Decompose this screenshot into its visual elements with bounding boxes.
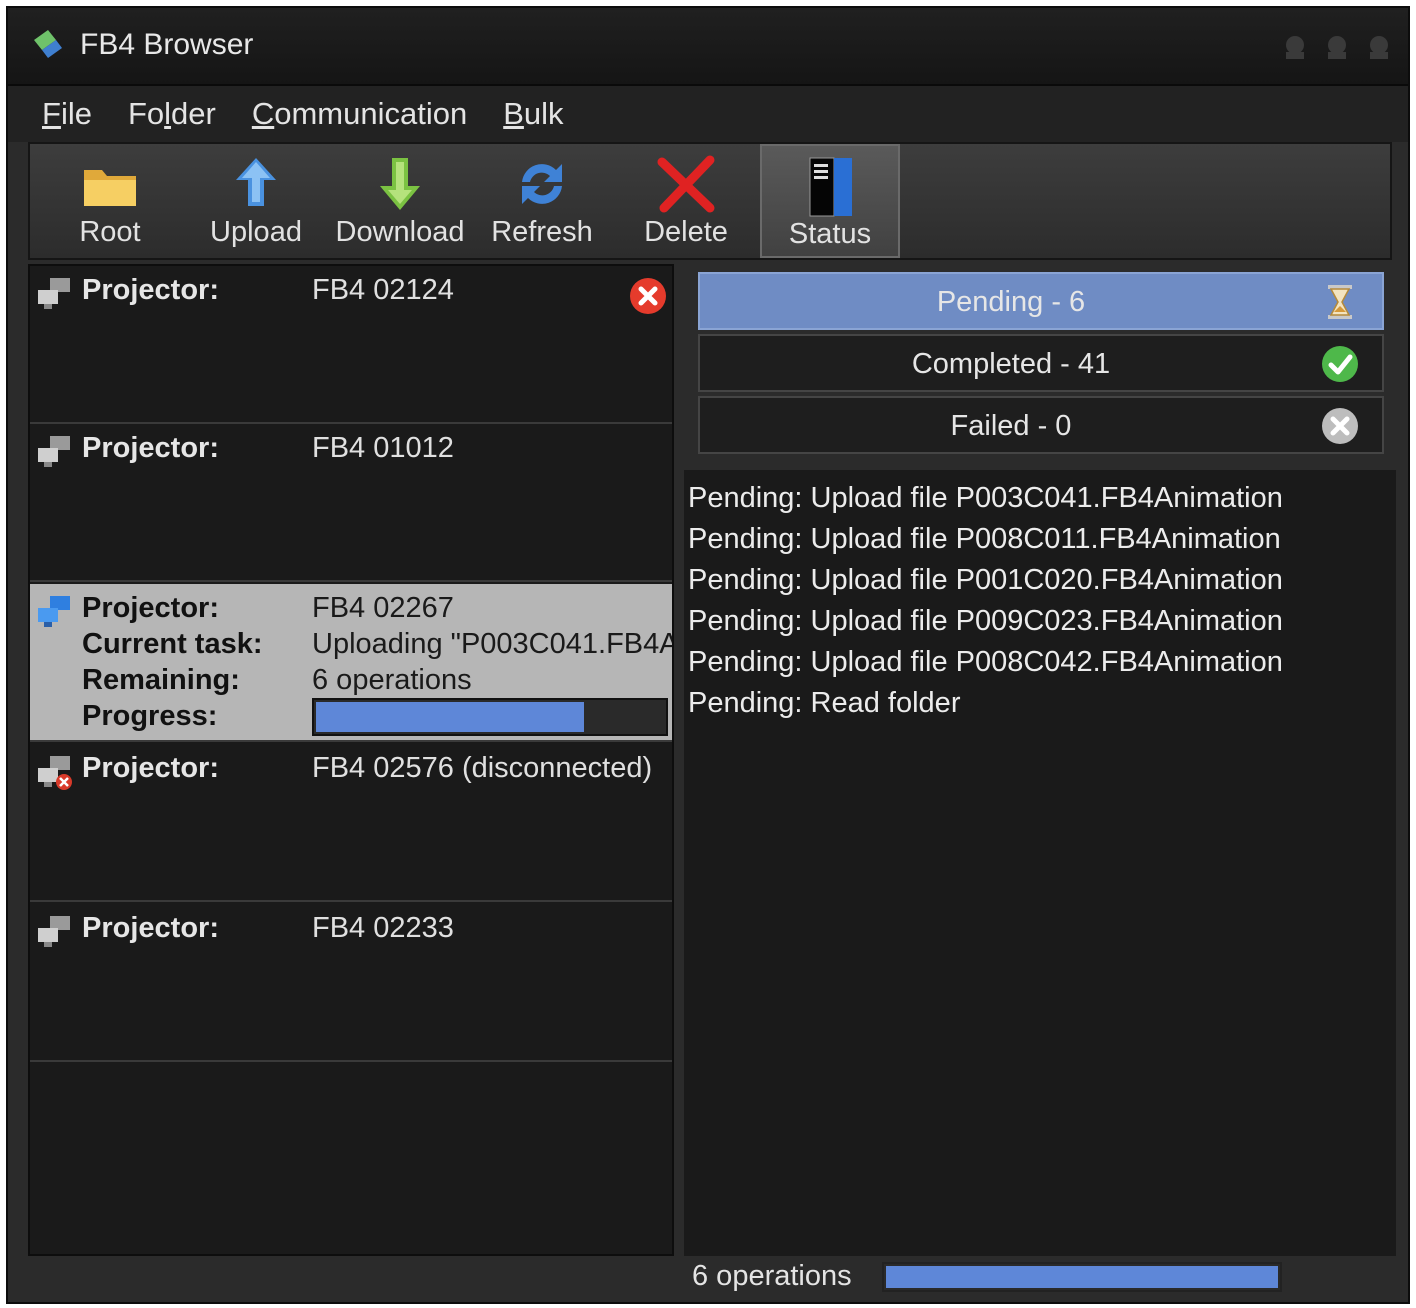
status-panel-icon (809, 157, 852, 217)
window-controls (1280, 32, 1394, 62)
status-label: Status (788, 218, 872, 250)
menu-bar: File Folder Communication Bulk (8, 86, 1408, 142)
projector-id: FB4 02576 (disconnected) (312, 752, 653, 784)
completed-tab[interactable]: Completed - 41 (698, 334, 1384, 392)
progress-bar (312, 698, 668, 736)
app-logo-icon (34, 30, 62, 58)
log-entry: Pending: Upload file P008C011.FB4Animati… (688, 523, 1281, 555)
folder-icon (84, 170, 136, 206)
menu-communication-accel: C (251, 96, 275, 131)
current-task-label: Current task: (82, 628, 263, 660)
download-label: Download (335, 216, 465, 248)
menu-file[interactable]: File (42, 96, 92, 132)
projector-id: FB4 02124 (312, 274, 454, 306)
menu-bulk[interactable]: Bulk (503, 96, 563, 132)
menu-folder[interactable]: Folder (128, 96, 216, 132)
log-entry: Pending: Read folder (688, 687, 961, 719)
menu-communication-label: ommunication (274, 96, 468, 131)
completed-label: Completed - 41 (911, 348, 1111, 380)
check-icon (1322, 346, 1358, 382)
delete-button[interactable]: Delete (616, 144, 756, 258)
refresh-icon (522, 164, 562, 204)
failed-x-icon (1322, 408, 1358, 444)
app-window: FB4 Browser File Folder Communication Bu… (6, 6, 1410, 1304)
pending-label: Pending - 6 (936, 286, 1086, 318)
network-computer-disconnected-icon (38, 756, 72, 790)
network-computer-icon (38, 916, 70, 947)
failed-tab[interactable]: Failed - 0 (698, 396, 1384, 454)
download-arrow-icon (380, 158, 420, 210)
menu-file-label: ile (60, 96, 92, 131)
delete-x-icon (657, 155, 715, 213)
window-title: FB4 Browser (80, 28, 254, 61)
footer-operations: 6 operations (692, 1260, 852, 1292)
log-entry: Pending: Upload file P001C020.FB4Animati… (688, 564, 1283, 596)
upload-arrow-icon (236, 158, 276, 206)
log-entry: Pending: Upload file P008C042.FB4Animati… (688, 646, 1283, 678)
hourglass-icon (1328, 285, 1352, 319)
overall-progress-bar (882, 1262, 1282, 1292)
current-task-value: Uploading "P003C041.FB4Ani (312, 628, 674, 660)
root-button[interactable]: Root (40, 144, 180, 258)
projector-label: Projector: (82, 274, 219, 306)
title-bar: FB4 Browser (8, 8, 1408, 86)
network-computer-icon (38, 436, 70, 467)
remove-projector-icon[interactable] (628, 276, 668, 316)
menu-bulk-accel: B (503, 96, 524, 131)
download-button[interactable]: Download (330, 144, 470, 258)
projector-label: Projector: (82, 592, 219, 624)
progress-bar-fill (316, 702, 584, 732)
remaining-value: 6 operations (312, 664, 472, 696)
log-entry: Pending: Upload file P003C041.FB4Animati… (688, 482, 1283, 514)
projector-item[interactable]: Projector: FB4 02576 (disconnected) (30, 744, 672, 902)
projector-id: FB4 02267 (312, 592, 454, 624)
projector-label: Projector: (82, 432, 219, 464)
projector-label: Projector: (82, 912, 219, 944)
maximize-icon[interactable] (1322, 32, 1352, 62)
projector-item-selected[interactable]: Projector: FB4 02267 Current task: Uploa… (30, 584, 672, 742)
root-label: Root (79, 216, 141, 248)
refresh-label: Refresh (491, 216, 593, 248)
network-computer-active-icon (38, 596, 70, 627)
projector-id: FB4 02233 (312, 912, 454, 944)
projector-id: FB4 01012 (312, 432, 454, 464)
progress-label: Progress: (82, 700, 218, 732)
upload-button[interactable]: Upload (186, 144, 326, 258)
projector-list: Projector: FB4 02124 Projector: FB4 0101… (28, 264, 674, 1256)
menu-folder-accel: l (164, 96, 172, 131)
log-entry: Pending: Upload file P009C023.FB4Animati… (688, 605, 1283, 637)
menu-folder-label: der (171, 96, 216, 131)
pending-tab[interactable]: Pending - 6 (698, 272, 1384, 330)
projector-item[interactable]: Projector: FB4 02233 (30, 904, 672, 1062)
failed-label: Failed - 0 (950, 410, 1072, 442)
menu-communication[interactable]: Communication (252, 96, 467, 132)
menu-folder-pre: Fo (127, 96, 165, 131)
overall-progress-fill (886, 1266, 1278, 1288)
projector-label: Projector: (82, 752, 219, 784)
toolbar: Root Upload Download Refresh Delete Stat… (28, 142, 1392, 260)
menu-bulk-label: ulk (523, 96, 564, 131)
upload-label: Upload (210, 216, 302, 248)
operation-log: Pending: Upload file P003C041.FB4Animati… (684, 470, 1396, 1256)
minimize-icon[interactable] (1280, 32, 1310, 62)
projector-item[interactable]: Projector: FB4 02124 (30, 266, 672, 424)
menu-file-accel: F (42, 96, 61, 131)
delete-label: Delete (644, 216, 728, 248)
refresh-button[interactable]: Refresh (472, 144, 612, 258)
status-button[interactable]: Status (760, 144, 900, 258)
projector-item[interactable]: Projector: FB4 01012 (30, 424, 672, 582)
remaining-label: Remaining: (82, 664, 240, 696)
network-computer-icon (38, 278, 70, 309)
close-icon[interactable] (1364, 32, 1394, 62)
